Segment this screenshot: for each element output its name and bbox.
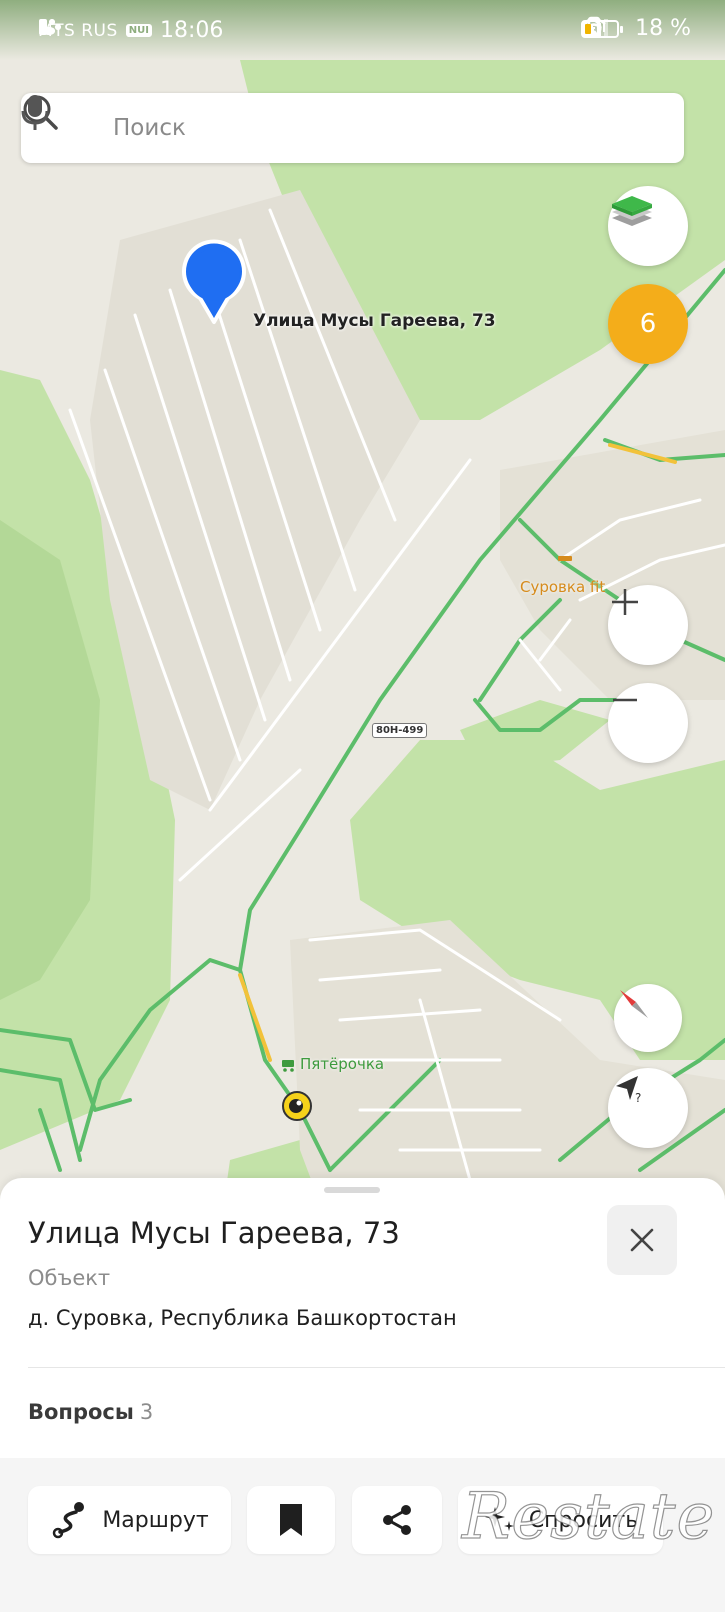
poi-label-surovka-fit[interactable]: Суровка fit xyxy=(520,578,605,596)
minus-icon xyxy=(613,698,637,702)
map-view[interactable]: MTS RUS NUI 18:06 18 % Поиск 6 ? Улица М… xyxy=(0,0,725,1230)
route-icon xyxy=(53,1502,85,1539)
close-icon xyxy=(630,1228,654,1252)
clusters-badge[interactable]: 6 xyxy=(608,284,688,364)
svg-text:?: ? xyxy=(635,1091,641,1105)
status-bar: MTS RUS NUI 18:06 18 % xyxy=(0,0,725,60)
zoom-out-button[interactable] xyxy=(608,683,688,763)
share-icon xyxy=(383,1505,411,1535)
layers-icon xyxy=(612,196,652,226)
compass-icon xyxy=(620,990,648,1018)
questions-row[interactable]: Вопросы 3 xyxy=(28,1400,153,1424)
battery-icon xyxy=(581,19,624,38)
share-button[interactable] xyxy=(352,1486,442,1554)
search-input[interactable] xyxy=(113,108,633,148)
network-tag: NUI xyxy=(125,24,153,37)
place-type: Объект xyxy=(28,1266,111,1290)
poi-marker-icon[interactable] xyxy=(282,1091,312,1121)
poi-label-pyaterochka[interactable]: Пятёрочка xyxy=(300,1055,384,1073)
zoom-in-button[interactable] xyxy=(608,585,688,665)
layers-button[interactable] xyxy=(608,186,688,266)
place-address: д. Суровка, Республика Башкортостан xyxy=(28,1306,457,1330)
plus-icon xyxy=(612,589,638,615)
search-bar[interactable] xyxy=(21,93,684,163)
my-location-button[interactable]: ? xyxy=(608,1068,688,1148)
battery-percent: 18 % xyxy=(635,16,691,41)
fitness-icon xyxy=(558,556,572,561)
watermark: Restate xyxy=(461,1479,716,1554)
road-sign: 80Н-499 xyxy=(372,723,428,738)
questions-label: Вопросы xyxy=(28,1400,134,1424)
close-button[interactable] xyxy=(607,1205,677,1275)
bookmark-icon xyxy=(280,1504,302,1536)
place-title: Улица Мусы Гареева, 73 xyxy=(28,1216,400,1250)
questions-count: 3 xyxy=(139,1400,154,1424)
route-label: Маршрут xyxy=(102,1507,209,1533)
sheet-grabber[interactable] xyxy=(324,1187,380,1193)
bookmark-button[interactable] xyxy=(247,1486,335,1554)
compass-button[interactable] xyxy=(614,984,682,1052)
clock: 18:06 xyxy=(160,18,224,43)
microphone-icon[interactable] xyxy=(21,93,49,131)
pin-label: Улица Мусы Гареева, 73 xyxy=(253,311,496,331)
divider xyxy=(28,1367,725,1368)
route-button[interactable]: Маршрут xyxy=(28,1486,231,1554)
location-arrow-icon: ? xyxy=(616,1076,641,1105)
paw-icon-2 xyxy=(41,19,61,35)
